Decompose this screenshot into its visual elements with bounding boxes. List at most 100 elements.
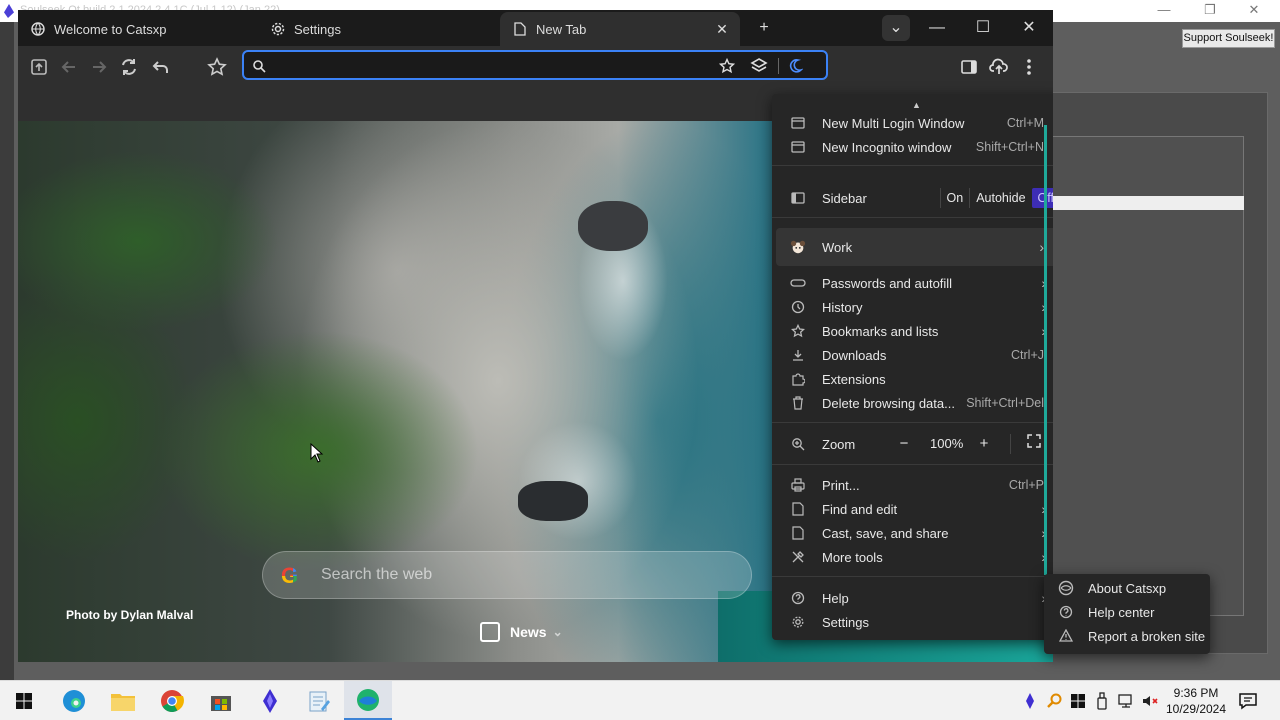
zoom-level: 100% [930, 436, 964, 451]
zoom-in-button[interactable]: + [974, 434, 994, 454]
side-panel-icon[interactable] [956, 54, 982, 80]
menu-item-label: Zoom [822, 436, 856, 452]
background-photo-detail [518, 481, 588, 521]
tab-welcome[interactable]: Welcome to Catsxp [18, 12, 258, 46]
menu-item-history[interactable]: History › [772, 295, 1053, 319]
back-arrow-icon[interactable] [56, 54, 82, 80]
question-icon [1058, 604, 1074, 620]
download-icon [790, 347, 806, 363]
menu-item-label: Extensions [822, 371, 886, 387]
submenu-item-help-center[interactable]: Help center [1044, 600, 1210, 624]
menu-item-label: Help [822, 590, 849, 606]
window-icon [790, 115, 806, 131]
star-outline-icon[interactable] [204, 54, 230, 80]
windows-start-icon[interactable] [0, 681, 48, 720]
tab-search-chevron-icon[interactable]: ⌄ [882, 15, 910, 41]
sidebar-option-on[interactable]: On [941, 188, 970, 208]
menu-item-label: Find and edit [822, 501, 898, 517]
catsxp-taskbar-icon[interactable] [344, 681, 392, 720]
web-search-box[interactable]: G Search the web [262, 551, 752, 599]
background-list-row[interactable] [1052, 196, 1244, 210]
sidebar-option-autohide[interactable]: Autohide [970, 188, 1031, 208]
menu-item-label: Print... [822, 477, 860, 493]
menu-item-more-tools[interactable]: More tools › [772, 545, 1053, 569]
notification-center-icon[interactable] [1236, 689, 1260, 713]
maximize-icon[interactable]: ☐ [969, 15, 997, 41]
sidebar-option-off[interactable]: Off [1031, 188, 1053, 208]
zoom-magnifier-icon [790, 436, 806, 452]
tab-strip: Welcome to Catsxp Settings New Tab ✕ + ⌄… [18, 10, 1053, 46]
menu-item-help[interactable]: Help › [772, 586, 1053, 610]
menu-scroll-up-icon[interactable]: ▲ [912, 100, 921, 110]
tab-new-tab[interactable]: New Tab ✕ [500, 12, 740, 46]
new-tab-button[interactable]: + [750, 15, 778, 41]
bookmark-star-icon[interactable] [718, 57, 736, 75]
menu-item-find-edit[interactable]: Find and edit › [772, 497, 1053, 521]
moon-icon[interactable] [786, 57, 804, 75]
fullscreen-icon[interactable] [1024, 434, 1044, 454]
menu-item-label: Delete browsing data... [822, 395, 955, 411]
address-input[interactable] [274, 56, 714, 74]
microsoft-store-icon[interactable] [197, 681, 245, 720]
usb-device-icon[interactable] [1092, 691, 1112, 711]
volume-muted-icon[interactable] [1140, 691, 1160, 711]
history-clock-icon [790, 299, 806, 315]
cloud-upload-icon[interactable] [986, 54, 1012, 80]
soulseek-taskbar-icon[interactable] [246, 681, 294, 720]
bg-minimize-button[interactable]: — [1144, 2, 1184, 20]
tools-icon [790, 549, 806, 565]
menu-item-delete-data[interactable]: Delete browsing data... Shift+Ctrl+Del [772, 391, 1053, 415]
kebab-menu-icon[interactable] [1016, 54, 1042, 80]
minimize-icon[interactable]: — [923, 15, 951, 41]
file-explorer-icon[interactable] [99, 681, 147, 720]
chrome-icon[interactable] [148, 681, 196, 720]
bg-close-button[interactable]: ✕ [1234, 2, 1274, 20]
submenu-item-label: About Catsxp [1088, 580, 1167, 596]
address-bar[interactable] [242, 50, 828, 80]
globe-icon [30, 21, 46, 37]
notepad-icon[interactable] [295, 681, 343, 720]
submenu-item-label: Help center [1088, 604, 1155, 620]
edge-browser-icon[interactable] [50, 681, 98, 720]
windows-security-icon[interactable] [1068, 691, 1088, 711]
menu-item-bookmarks[interactable]: Bookmarks and lists › [772, 319, 1053, 343]
gear-icon [270, 21, 286, 37]
close-window-icon[interactable]: ✕ [1015, 15, 1043, 41]
menu-item-passwords[interactable]: Passwords and autofill › [772, 271, 1053, 295]
menu-item-new-multi-login[interactable]: New Multi Login Window Ctrl+M [772, 111, 1053, 135]
menu-item-print[interactable]: Print... Ctrl+P [772, 473, 1053, 497]
soulseek-tray-icon[interactable] [1020, 691, 1040, 711]
menu-item-cast-save[interactable]: Cast, save, and share › [772, 521, 1053, 545]
menu-item-work[interactable]: Work › [776, 228, 1053, 266]
search-icon [250, 57, 268, 75]
upload-tray-icon[interactable] [26, 54, 52, 80]
support-soulseek-button[interactable]: Support Soulseek! [1182, 29, 1275, 48]
clock-date: 10/29/2024 [1165, 702, 1227, 716]
forward-arrow-icon[interactable] [86, 54, 112, 80]
network-icon[interactable] [1116, 691, 1136, 711]
menu-item-sidebar: Sidebar On Autohide Off [772, 186, 1053, 210]
submenu-item-report-broken-site[interactable]: Report a broken site [1044, 624, 1210, 648]
undo-icon[interactable] [148, 54, 174, 80]
menu-divider [772, 464, 1053, 465]
windows-taskbar: 9:36 PM 10/29/2024 [0, 680, 1280, 720]
menu-item-label: Bookmarks and lists [822, 323, 939, 339]
system-clock[interactable]: 9:36 PM 10/29/2024 [1160, 685, 1232, 717]
menu-item-label: Cast, save, and share [822, 525, 949, 541]
menu-item-settings[interactable]: Settings [772, 610, 1053, 634]
photo-credit[interactable]: Photo by Dylan Malval [66, 608, 193, 622]
tab-settings[interactable]: Settings [258, 12, 498, 46]
chevron-down-icon: ⌄ [552, 625, 563, 639]
submenu-item-about[interactable]: About Catsxp [1044, 576, 1210, 600]
search-tray-icon[interactable] [1044, 691, 1064, 711]
bg-restore-button[interactable]: ❐ [1190, 2, 1230, 20]
menu-item-shortcut: Ctrl+M [1006, 116, 1044, 130]
news-button[interactable]: News ⌄ [480, 619, 563, 645]
close-tab-icon[interactable]: ✕ [714, 21, 730, 37]
menu-item-extensions[interactable]: Extensions [772, 367, 1053, 391]
layers-shield-icon[interactable] [750, 57, 768, 75]
zoom-out-button[interactable]: − [894, 434, 914, 454]
menu-item-downloads[interactable]: Downloads Ctrl+J [772, 343, 1053, 367]
reload-icon[interactable] [116, 54, 142, 80]
menu-item-new-incognito[interactable]: New Incognito window Shift+Ctrl+N [772, 135, 1053, 159]
